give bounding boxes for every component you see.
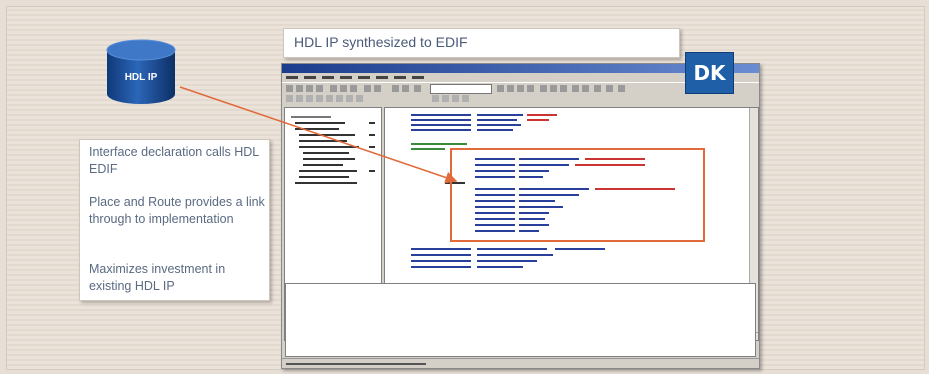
connector-arrow [179, 86, 458, 184]
